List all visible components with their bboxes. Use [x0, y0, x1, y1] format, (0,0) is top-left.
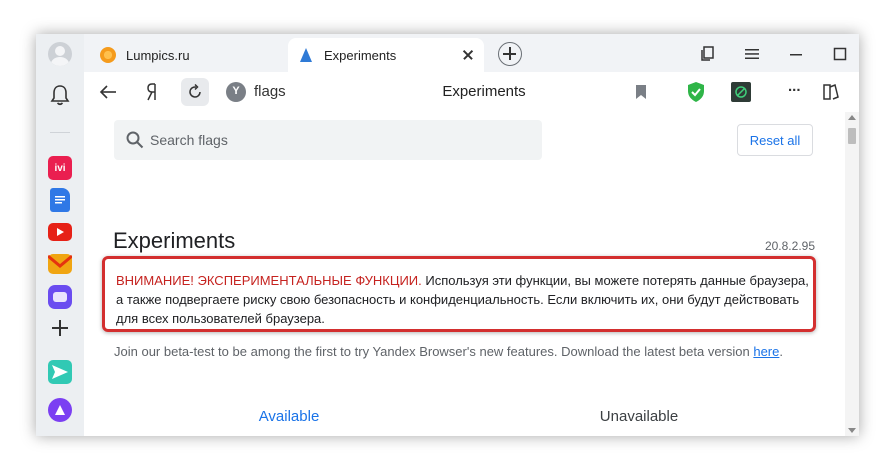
tab-strip: Lumpics.ru Experiments	[84, 34, 859, 72]
site-info-icon[interactable]	[226, 82, 246, 102]
reload-icon[interactable]	[181, 78, 209, 106]
tab-available[interactable]: Available	[114, 396, 464, 436]
tabs-menu-icon[interactable]	[696, 42, 720, 66]
reset-all-button[interactable]: Reset all	[737, 124, 813, 156]
address-url[interactable]: flags	[254, 83, 286, 100]
browser-window: ivi Lumpics.ru Experiments Y flags Exper…	[36, 34, 859, 436]
sidebar-divider	[50, 132, 70, 133]
protect-shield-icon[interactable]	[682, 78, 710, 106]
youtube-app-icon[interactable]	[48, 223, 72, 241]
new-tab-icon[interactable]	[498, 42, 522, 66]
alice-assistant-icon[interactable]	[48, 398, 72, 422]
ivi-app-icon[interactable]: ivi	[48, 156, 72, 180]
scrollbar-thumb[interactable]	[848, 128, 856, 144]
search-icon	[126, 131, 144, 149]
tab-title: Lumpics.ru	[126, 47, 190, 63]
downloads-icon[interactable]	[858, 78, 859, 106]
warning-heading: ВНИМАНИЕ! ЭКСПЕРИМЕНТАЛЬНЫЕ ФУНКЦИИ.	[116, 273, 422, 288]
scroll-down-arrow-icon[interactable]	[848, 428, 856, 433]
collections-icon[interactable]	[817, 78, 845, 106]
send-app-icon[interactable]	[48, 360, 72, 384]
bookmark-icon[interactable]	[627, 78, 655, 106]
notifications-bell-icon[interactable]	[50, 84, 70, 106]
address-bar: flags Experiments ...	[84, 72, 859, 112]
menu-icon[interactable]	[740, 42, 764, 66]
tab-unavailable[interactable]: Unavailable	[464, 396, 814, 436]
scroll-up-arrow-icon[interactable]	[848, 115, 856, 120]
page-scrollbar[interactable]	[845, 112, 859, 436]
lumpics-favicon-icon	[100, 47, 116, 63]
tab-experiments[interactable]: Experiments	[288, 38, 484, 72]
search-box	[114, 120, 542, 160]
maximize-icon[interactable]	[828, 42, 852, 66]
back-arrow-icon[interactable]	[94, 78, 122, 106]
profile-avatar-icon[interactable]	[48, 42, 72, 66]
search-flags-input[interactable]	[150, 120, 530, 160]
tab-lumpics[interactable]: Lumpics.ru	[90, 38, 288, 72]
beta-download-link[interactable]: here	[753, 344, 779, 359]
close-tab-icon[interactable]	[458, 45, 478, 65]
version-label: 20.8.2.95	[764, 239, 815, 253]
page-heading: Experiments	[113, 228, 236, 253]
mail-app-icon[interactable]	[48, 254, 72, 274]
beta-notice: Join our beta-test to be among the first…	[114, 344, 814, 360]
warning-text: ВНИМАНИЕ! ЭКСПЕРИМЕНТАЛЬНЫЕ ФУНКЦИИ. Исп…	[116, 271, 812, 328]
warning-highlight-box: ВНИМАНИЕ! ЭКСПЕРИМЕНТАЛЬНЫЕ ФУНКЦИИ. Исп…	[102, 256, 816, 332]
beta-notice-end: .	[779, 344, 783, 359]
page-title-label: Experiments	[442, 83, 526, 100]
add-app-icon[interactable]	[48, 316, 72, 340]
tab-title: Experiments	[324, 47, 397, 63]
more-extensions-button[interactable]: ...	[788, 78, 801, 95]
beta-notice-text: Join our beta-test to be among the first…	[114, 344, 754, 359]
flags-tabs: Available Unavailable	[114, 396, 814, 436]
flags-page: Reset all Experiments 20.8.2.95 ВНИМАНИЕ…	[84, 112, 859, 436]
yandex-logo-icon[interactable]	[138, 78, 166, 106]
messenger-app-icon[interactable]	[48, 285, 72, 309]
minimize-icon[interactable]	[784, 42, 808, 66]
extension-icon[interactable]	[727, 78, 755, 106]
docs-app-icon[interactable]	[50, 188, 70, 212]
sidebar: ivi	[36, 34, 84, 436]
flask-favicon-icon	[298, 47, 314, 63]
